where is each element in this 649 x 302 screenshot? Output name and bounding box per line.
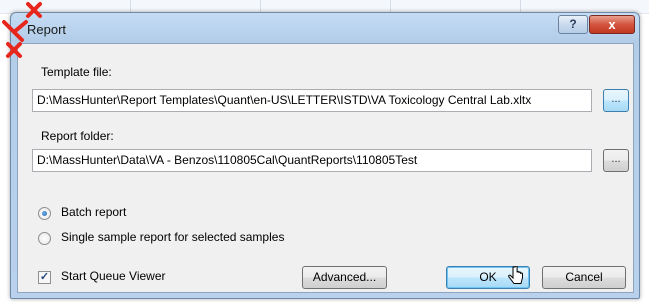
- report-dialog: Report ? x Template file: D:\MassHunter\…: [10, 12, 640, 299]
- template-browse-button[interactable]: ...: [603, 89, 629, 112]
- close-button[interactable]: x: [589, 15, 635, 34]
- advanced-button[interactable]: Advanced...: [302, 266, 387, 289]
- single-sample-report-label[interactable]: Single sample report for selected sample…: [61, 230, 284, 244]
- title-bar[interactable]: Report ? x: [11, 13, 639, 43]
- annotation-marks: [2, 2, 42, 58]
- report-folder-field[interactable]: D:\MassHunter\Data\VA - Benzos\110805Cal…: [32, 149, 592, 172]
- single-sample-report-radio[interactable]: [38, 232, 51, 245]
- template-file-label: Template file:: [41, 65, 112, 79]
- batch-report-radio[interactable]: [38, 207, 51, 220]
- batch-report-label[interactable]: Batch report: [61, 205, 126, 219]
- help-button[interactable]: ?: [558, 15, 588, 34]
- report-folder-browse-button[interactable]: ...: [603, 149, 629, 172]
- dialog-body: Template file: D:\MassHunter\Report Temp…: [17, 43, 634, 293]
- start-queue-viewer-label[interactable]: Start Queue Viewer: [61, 269, 166, 283]
- report-folder-label: Report folder:: [41, 129, 114, 143]
- cancel-button[interactable]: Cancel: [542, 266, 626, 289]
- start-queue-viewer-checkbox[interactable]: ✓: [38, 271, 51, 284]
- template-file-field[interactable]: D:\MassHunter\Report Templates\Quant\en-…: [32, 89, 592, 112]
- mouse-cursor-icon: [508, 266, 523, 284]
